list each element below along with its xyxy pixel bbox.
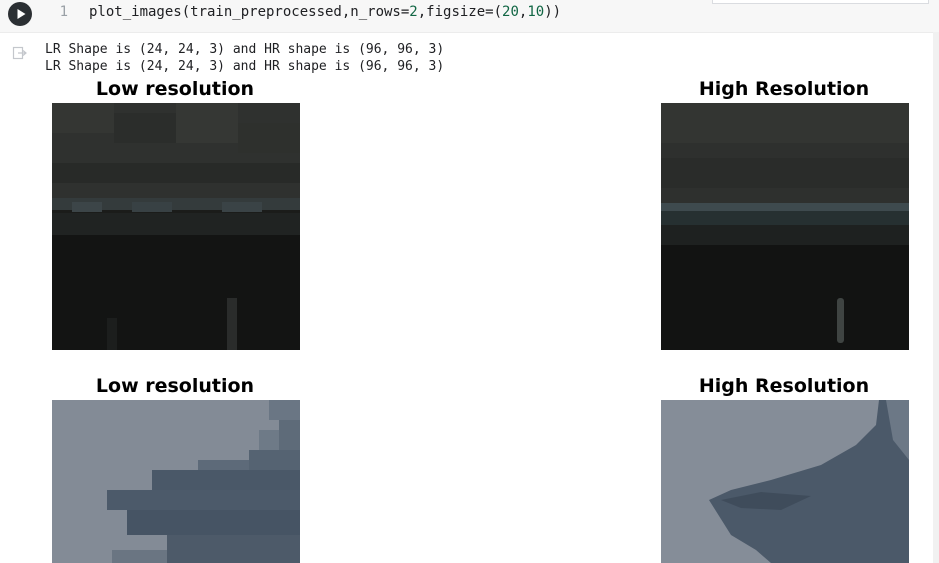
code-number: 2	[409, 4, 418, 20]
code-cell[interactable]: 1 plot_images(train_preprocessed,n_rows=…	[0, 0, 939, 33]
cell-toolbar-edge	[712, 0, 929, 4]
code-token: plot_images(train_preprocessed,n_rows=	[89, 4, 410, 20]
subplot-title: Low resolution	[95, 78, 255, 100]
subplot-title: High Resolution	[698, 375, 870, 397]
output-text: LR Shape is (24, 24, 3) and HR shape is …	[45, 41, 444, 75]
line-number: 1	[59, 4, 68, 20]
play-icon	[17, 9, 26, 19]
code-token: ,figsize=(	[417, 4, 503, 20]
scrollbar-track[interactable]	[933, 32, 939, 563]
low-res-image	[52, 103, 300, 350]
subplot-title: High Resolution	[698, 78, 870, 100]
output-line: LR Shape is (24, 24, 3) and HR shape is …	[45, 42, 445, 57]
high-res-image	[661, 103, 909, 350]
output-redirect-icon[interactable]	[12, 45, 28, 61]
run-cell-button[interactable]	[8, 2, 32, 26]
code-number: 20	[502, 4, 519, 20]
low-res-image	[52, 400, 300, 563]
code-number: 10	[527, 4, 545, 20]
code-editor[interactable]: plot_images(train_preprocessed,n_rows=2,…	[89, 4, 561, 20]
code-token: ))	[544, 4, 562, 20]
output-line: LR Shape is (24, 24, 3) and HR shape is …	[45, 59, 445, 74]
high-res-image	[661, 400, 909, 563]
subplot-title: Low resolution	[95, 375, 255, 397]
